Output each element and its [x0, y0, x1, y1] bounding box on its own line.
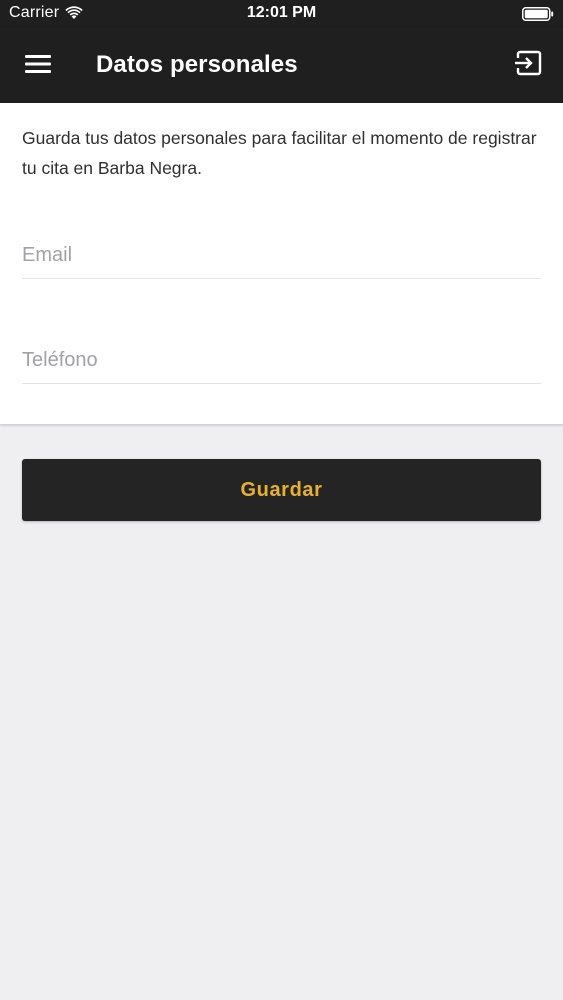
save-button[interactable]: Guardar — [22, 459, 541, 521]
save-button-label: Guardar — [240, 478, 323, 501]
page-title: Datos personales — [96, 51, 298, 78]
status-bar: Carrier 12:01 PM — [0, 0, 563, 28]
hamburger-menu-icon — [24, 53, 52, 80]
menu-button[interactable] — [20, 48, 56, 84]
app-header: Datos personales — [0, 28, 563, 103]
email-field[interactable] — [22, 219, 541, 278]
exit-icon — [514, 49, 542, 82]
battery-icon — [522, 7, 554, 21]
phone-field[interactable] — [22, 324, 541, 383]
email-field-container — [22, 219, 541, 279]
personal-data-form: Guarda tus datos personales para facilit… — [0, 103, 563, 425]
phone-field-container — [22, 324, 541, 384]
app-screen: Carrier 12:01 PM Datos personales Guarda… — [0, 0, 563, 1000]
logout-button[interactable] — [511, 48, 545, 82]
intro-text: Guarda tus datos personales para facilit… — [22, 128, 537, 178]
status-time: 12:01 PM — [246, 4, 317, 21]
